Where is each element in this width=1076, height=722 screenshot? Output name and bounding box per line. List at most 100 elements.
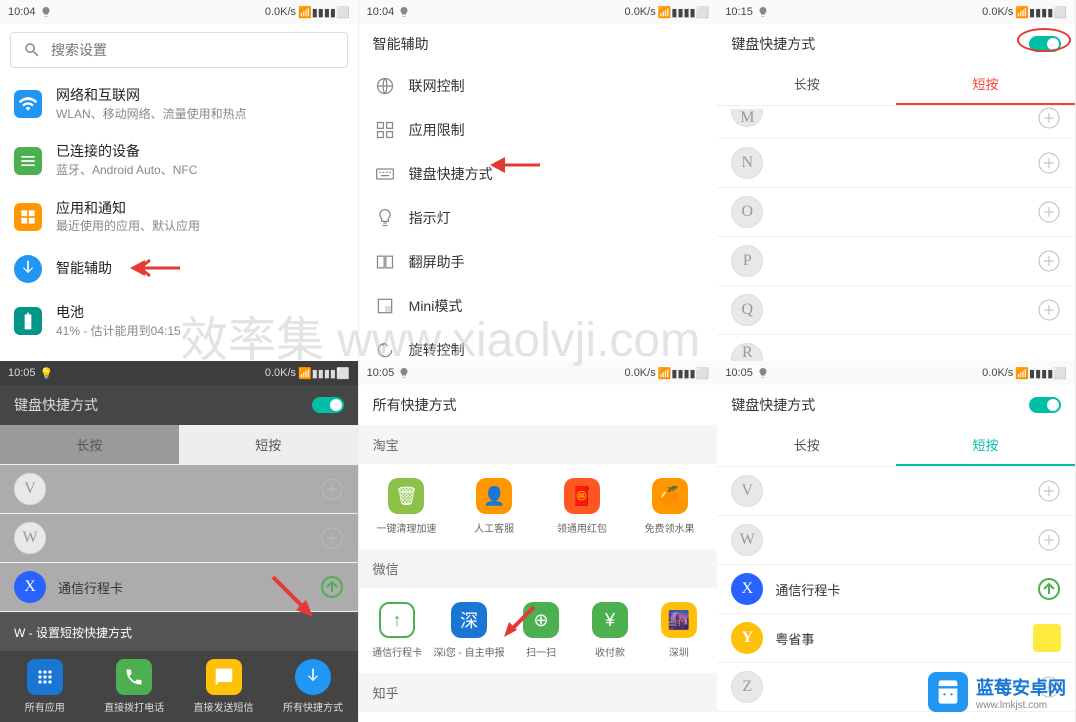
section-zhihu: 知乎: [359, 673, 718, 712]
section-taobao: 淘宝: [359, 425, 718, 464]
shortcut-row: 🗑一键清理加速 👤人工客服 🧧领通用红包 🍊免费领水果: [359, 464, 718, 549]
key-row-w[interactable]: W: [717, 516, 1075, 565]
up-icon[interactable]: [1037, 577, 1061, 601]
key-row[interactable]: N: [717, 139, 1075, 188]
key-letter: Y: [731, 622, 763, 654]
status-bar: 10:05💡 0.0K/s📶▮▮▮▮⬜: [0, 361, 358, 385]
sheet-all-apps[interactable]: 所有应用: [0, 659, 89, 714]
plus-icon[interactable]: [320, 477, 344, 501]
page-header: 所有快捷方式: [359, 385, 718, 425]
menu-indicator[interactable]: 指示灯: [359, 196, 718, 240]
menu-rotation[interactable]: 旋转控制: [359, 328, 718, 361]
plus-icon[interactable]: [1037, 479, 1061, 503]
tabs: 长按 短按: [717, 64, 1075, 106]
status-bar: 10:05 0.0K/s📶▮▮▮▮⬜: [717, 361, 1075, 385]
panel-assist-menu: 10:04 0.0K/s📶▮▮▮▮⬜ 智能辅助 联网控制 应用限制 键盘快捷方式…: [359, 0, 718, 361]
sc-pay[interactable]: ¥收付款: [576, 596, 645, 665]
sheet-all-shortcuts[interactable]: 所有快捷方式: [268, 659, 357, 714]
setting-battery[interactable]: 电池41% - 估计能用到04:15: [0, 293, 358, 349]
page-header: 键盘快捷方式: [717, 385, 1075, 425]
menu-mini-mode[interactable]: Mini模式: [359, 284, 718, 328]
site-logo: 蓝莓安卓网www.lmkjst.com: [928, 672, 1066, 712]
panel-keys-mr: 10:15 0.0K/s📶▮▮▮▮⬜ 键盘快捷方式 长按 短按 M N O P …: [717, 0, 1076, 361]
tab-short-press[interactable]: 短按: [896, 64, 1075, 105]
setting-connected[interactable]: 已连接的设备蓝牙、Android Auto、NFC: [0, 132, 358, 188]
key-row[interactable]: R: [717, 335, 1075, 361]
up-icon[interactable]: [320, 575, 344, 599]
menu-network-control[interactable]: 联网控制: [359, 64, 718, 108]
key-row[interactable]: V: [0, 465, 358, 514]
plus-icon[interactable]: [1037, 106, 1061, 130]
lightbulb-icon: [757, 6, 769, 18]
key-letter: W: [14, 522, 46, 554]
item-title: 网络和互联网: [56, 86, 344, 106]
tab-long-press[interactable]: 长按: [717, 425, 896, 466]
sc-fruit[interactable]: 🍊免费领水果: [626, 472, 714, 541]
toggle-switch[interactable]: [312, 397, 344, 413]
setting-assist[interactable]: 智能辅助: [0, 245, 358, 293]
key-row[interactable]: Q: [717, 286, 1075, 335]
key-row[interactable]: W: [0, 514, 358, 563]
app-icon[interactable]: [1033, 624, 1061, 652]
tab-long-press[interactable]: 长按: [717, 64, 896, 105]
page-header: 智能辅助: [359, 24, 718, 64]
panel-keys-final: 10:05 0.0K/s📶▮▮▮▮⬜ 键盘快捷方式 长按 短按 V W X通信行…: [717, 361, 1076, 722]
plus-icon[interactable]: [1037, 200, 1061, 224]
sc-service[interactable]: 👤人工客服: [450, 472, 538, 541]
panel-bottom-sheet: 10:05💡 0.0K/s📶▮▮▮▮⬜ 键盘快捷方式 长按 短按 V W X通信…: [0, 361, 359, 722]
tabs: 长按 短按: [717, 425, 1075, 467]
key-row-y[interactable]: Y粤省事: [717, 614, 1075, 663]
key-letter: X: [731, 573, 763, 605]
tabs: 长按 短按: [0, 425, 358, 465]
plus-icon[interactable]: [320, 526, 344, 550]
bottom-sheet: W - 设置短按快捷方式 所有应用 直接拨打电话 直接发送短信 所有快捷方式: [0, 614, 358, 722]
plus-icon[interactable]: [1037, 528, 1061, 552]
lightbulb-icon: [757, 367, 769, 379]
key-letter: O: [731, 196, 763, 228]
lightbulb-icon: [398, 367, 410, 379]
shortcut-row: ⊟ 🔍: [359, 712, 718, 722]
search-box[interactable]: [10, 32, 348, 68]
menu-flip-helper[interactable]: 翻屏助手: [359, 240, 718, 284]
key-row[interactable]: M: [717, 106, 1075, 139]
wifi-icon: [18, 94, 38, 114]
key-row-x[interactable]: X通信行程卡: [717, 565, 1075, 614]
sc-sheni[interactable]: 深深i您 - 自主申报: [432, 596, 507, 665]
setting-apps[interactable]: 应用和通知最近使用的应用、默认应用: [0, 189, 358, 245]
key-letter: N: [731, 147, 763, 179]
panel-all-shortcuts: 10:05 0.0K/s📶▮▮▮▮⬜ 所有快捷方式 淘宝 🗑一键清理加速 👤人工…: [359, 361, 718, 722]
sc-travel-card[interactable]: ↑通信行程卡: [363, 596, 432, 665]
phone-icon: [124, 667, 144, 687]
key-row[interactable]: P: [717, 237, 1075, 286]
status-bar: 10:04 0.0K/s📶▮▮▮▮⬜: [0, 0, 358, 24]
bulb-icon: [375, 208, 395, 228]
sheet-call[interactable]: 直接拨打电话: [89, 659, 178, 714]
sc-shenzhen[interactable]: 🌆深圳: [644, 596, 713, 665]
plus-icon[interactable]: [1037, 298, 1061, 322]
tab-short-press[interactable]: 短按: [179, 425, 358, 464]
menu-keyboard-shortcut[interactable]: 键盘快捷方式: [359, 152, 718, 196]
sheet-sms[interactable]: 直接发送短信: [179, 659, 268, 714]
page-header: 键盘快捷方式: [0, 385, 358, 425]
battery-icon: [18, 311, 38, 331]
plus-icon[interactable]: [1037, 249, 1061, 273]
panel-settings-main: 10:04 0.0K/s📶▮▮▮▮⬜ 网络和互联网WLAN、移动网络、流量使用和…: [0, 0, 359, 361]
keyboard-icon: [375, 164, 395, 184]
plus-icon[interactable]: [1037, 151, 1061, 175]
search-icon: [23, 41, 41, 59]
tab-long-press[interactable]: 长按: [0, 425, 179, 464]
arrow-annotation: [499, 602, 539, 642]
lightbulb-icon: [40, 6, 52, 18]
search-input[interactable]: [51, 42, 335, 58]
toggle-switch[interactable]: [1029, 36, 1061, 52]
key-row[interactable]: O: [717, 188, 1075, 237]
sc-clean[interactable]: 🗑一键清理加速: [363, 472, 451, 541]
status-bar: 10:15 0.0K/s📶▮▮▮▮⬜: [717, 0, 1075, 24]
toggle-switch[interactable]: [1029, 397, 1061, 413]
setting-network[interactable]: 网络和互联网WLAN、移动网络、流量使用和热点: [0, 76, 358, 132]
menu-app-limit[interactable]: 应用限制: [359, 108, 718, 152]
apps-icon: [18, 207, 38, 227]
tab-short-press[interactable]: 短按: [896, 425, 1075, 466]
sc-hongbao[interactable]: 🧧领通用红包: [538, 472, 626, 541]
key-row-v[interactable]: V: [717, 467, 1075, 516]
